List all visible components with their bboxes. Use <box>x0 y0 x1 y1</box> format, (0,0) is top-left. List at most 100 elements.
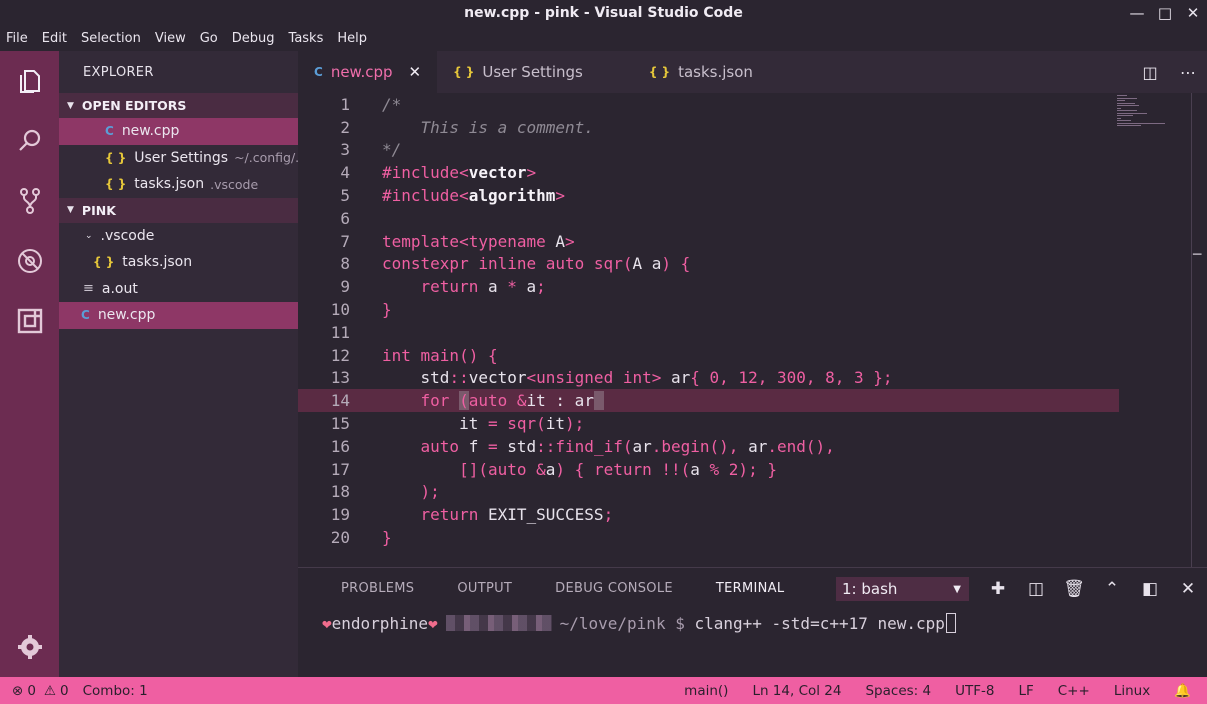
maximize-icon[interactable]: □ <box>1151 0 1179 26</box>
cpp-file-icon: C <box>314 65 323 79</box>
heart-icon: ❤ <box>322 613 332 633</box>
code-line: 7 template<typename A> <box>298 230 1119 253</box>
code-line: 20} <box>298 526 1119 549</box>
status-encoding[interactable]: UTF-8 <box>955 683 994 699</box>
status-language[interactable]: C++ <box>1058 683 1090 699</box>
json-file-icon: { } <box>648 65 671 79</box>
line-number: 5 <box>340 186 350 206</box>
close-window-icon[interactable]: ✕ <box>1179 0 1207 26</box>
code-line: 17 [](auto &a) { return !!(a % 2); } <box>298 458 1119 481</box>
warning-icon[interactable]: ⚠ <box>44 683 56 699</box>
explorer-icon[interactable] <box>14 65 46 97</box>
open-editors-section[interactable]: ▼ OPEN EDITORS <box>59 93 298 118</box>
menu-bar: File Edit Selection View Go Debug Tasks … <box>0 26 1207 51</box>
menu-edit[interactable]: Edit <box>42 31 67 46</box>
status-scope[interactable]: main() <box>684 683 728 699</box>
tree-file-tasks-json[interactable]: { } tasks.json <box>59 249 298 276</box>
split-editor-icon[interactable]: ◫ <box>1131 63 1169 82</box>
line-number: 14 <box>330 391 350 411</box>
line-number: 15 <box>330 414 350 434</box>
tab-user-settings[interactable]: { } User Settings <box>437 51 633 93</box>
menu-help[interactable]: Help <box>337 31 367 46</box>
tree-file-a-out[interactable]: ≡ a.out <box>59 276 298 303</box>
editor-tabs: C new.cpp ✕ { } User Settings { } tasks.… <box>298 51 1207 93</box>
kill-terminal-icon[interactable]: 🗑 <box>1055 579 1093 599</box>
tab-label: tasks.json <box>678 63 753 81</box>
more-actions-icon[interactable]: ⋯ <box>1169 63 1207 82</box>
tab-tasks-json[interactable]: { } tasks.json <box>633 51 769 93</box>
cpp-file-icon: C <box>81 308 90 323</box>
explorer-header: EXPLORER <box>83 64 154 80</box>
open-editor-user-settings[interactable]: { } User Settings ~/.config/... <box>59 145 298 172</box>
panel-actions: ✚ ◫ 🗑 ⌃ ◧ ✕ <box>979 576 1207 602</box>
open-editor-label: tasks.json <box>134 176 205 193</box>
tab-new-cpp[interactable]: C new.cpp ✕ <box>298 51 438 93</box>
settings-gear-icon[interactable] <box>14 631 46 663</box>
minimize-icon[interactable]: — <box>1123 0 1151 26</box>
error-count[interactable]: 0 <box>27 683 36 699</box>
toggle-panel-position-icon[interactable]: ◧ <box>1131 579 1169 599</box>
terminal-output[interactable]: ❤ endorphine ❤ ~/love/pink $ clang++ -std=c… <box>322 613 956 633</box>
line-number: 16 <box>330 436 350 456</box>
tab-problems[interactable]: PROBLEMS <box>341 581 414 596</box>
extensions-icon[interactable] <box>14 305 46 337</box>
code-editor[interactable]: 1/* 2 This is a comment. 3 */ 4 #include<v… <box>298 93 1207 567</box>
menu-go[interactable]: Go <box>200 31 218 46</box>
line-number: 12 <box>330 345 350 365</box>
status-os[interactable]: Linux <box>1114 683 1150 699</box>
open-editors-title: OPEN EDITORS <box>81 98 187 113</box>
status-eol[interactable]: LF <box>1018 683 1033 699</box>
window-controls: — □ ✕ <box>1123 0 1207 26</box>
debug-icon[interactable] <box>14 245 46 277</box>
minimap[interactable] <box>1117 95 1177 135</box>
line-number: 4 <box>340 163 350 183</box>
tab-debug-console[interactable]: DEBUG CONSOLE <box>555 581 673 596</box>
json-file-icon: { } <box>453 65 475 79</box>
bell-icon[interactable]: 🔔 <box>1174 683 1191 699</box>
open-editor-new-cpp[interactable]: C new.cpp <box>59 118 298 145</box>
split-terminal-icon[interactable]: ◫ <box>1017 579 1055 599</box>
new-terminal-icon[interactable]: ✚ <box>979 579 1017 599</box>
redacted-hostname <box>445 615 552 631</box>
menu-tasks[interactable]: Tasks <box>289 31 324 46</box>
menu-selection[interactable]: Selection <box>81 31 141 46</box>
error-icon[interactable]: ⊗ <box>12 683 23 699</box>
search-icon[interactable] <box>14 125 46 157</box>
menu-file[interactable]: File <box>6 31 28 46</box>
code-line-current: 14 for (auto &it : ar <box>298 389 1119 413</box>
open-editor-label: User Settings <box>134 149 229 166</box>
warning-count[interactable]: 0 <box>60 683 69 699</box>
line-number: 11 <box>330 322 350 342</box>
menu-view[interactable]: View <box>155 31 186 46</box>
status-position[interactable]: Ln 14, Col 24 <box>752 683 841 699</box>
tree-file-new-cpp[interactable]: C new.cpp <box>59 302 298 329</box>
project-section[interactable]: ▼ PINK <box>59 197 298 223</box>
open-editor-label: new.cpp <box>121 123 180 140</box>
open-editor-tasks-json[interactable]: { } tasks.json .vscode <box>59 171 298 198</box>
code-line: 16 auto f = std::find_if(ar.begin(), ar.… <box>298 435 1119 458</box>
code-line: 8 constexpr inline auto sqr(A a) { <box>298 253 1119 276</box>
tree-label: a.out <box>101 280 138 297</box>
title-bar: new.cpp - pink - Visual Studio Code — □ … <box>0 0 1207 26</box>
editor-scrollbar[interactable] <box>1191 93 1192 567</box>
tab-label: User Settings <box>482 63 583 81</box>
text-file-icon: ≡ <box>83 281 94 297</box>
tree-folder-vscode[interactable]: ⌄ .vscode <box>59 223 298 250</box>
menu-debug[interactable]: Debug <box>232 31 275 46</box>
terminal-select-value: 1: bash <box>842 580 898 598</box>
source-control-icon[interactable] <box>14 185 46 217</box>
tab-terminal[interactable]: TERMINAL <box>716 581 785 596</box>
code-line: 19 return EXIT_SUCCESS; <box>298 503 1119 526</box>
line-number: 2 <box>340 117 350 137</box>
terminal-select[interactable]: 1: bash ▼ <box>836 577 969 601</box>
line-number: 10 <box>330 300 350 320</box>
tab-output[interactable]: OUTPUT <box>457 581 512 596</box>
close-panel-icon[interactable]: ✕ <box>1169 579 1207 599</box>
open-editor-desc: .vscode <box>210 176 259 192</box>
status-indent[interactable]: Spaces: 4 <box>865 683 931 699</box>
maximize-panel-icon[interactable]: ⌃ <box>1093 579 1131 599</box>
line-number: 8 <box>340 254 350 274</box>
open-editor-desc: ~/.config/... <box>234 150 298 166</box>
explorer-sidebar: EXPLORER ▼ OPEN EDITORS C new.cpp { } Us… <box>59 51 298 677</box>
close-tab-icon[interactable]: ✕ <box>409 63 422 81</box>
